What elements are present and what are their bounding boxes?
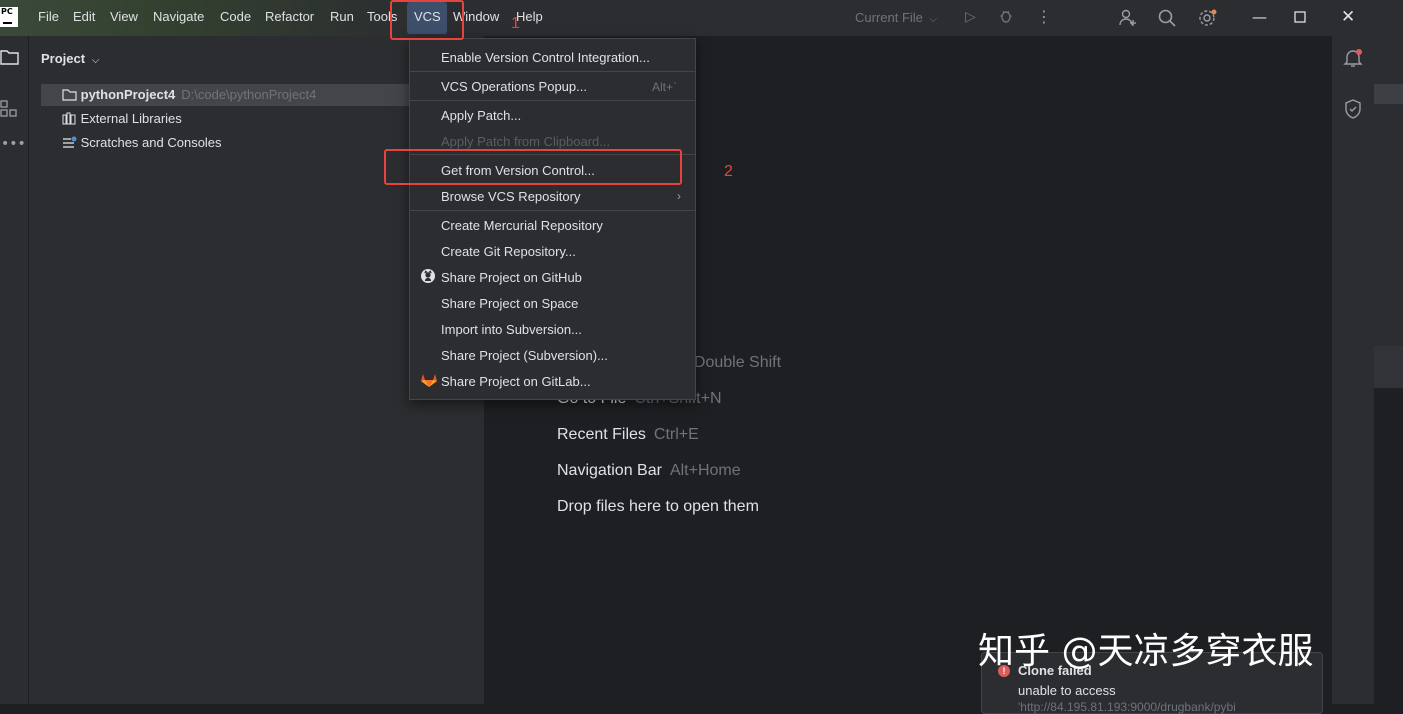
search-icon[interactable]: [1157, 8, 1177, 32]
notification-url: 'http://84.195.81.193:9000/drugbank/pybi: [1018, 700, 1236, 714]
annotation-step-1: 1: [511, 15, 520, 32]
editor-hint-drop-files: Drop files here to open them: [557, 498, 759, 516]
hint-label: Drop files here to open them: [557, 498, 759, 515]
left-tool-stripe: •••: [0, 36, 29, 704]
editor-hint-recent-files: Recent Files Ctrl+E: [557, 426, 699, 444]
tree-item-label: External Libraries: [80, 111, 182, 126]
submenu-arrow-icon: ›: [677, 189, 681, 203]
menu-view[interactable]: View: [110, 9, 138, 24]
more-actions-icon[interactable]: ⋮: [1036, 7, 1052, 26]
annotation-step-2: 2: [724, 163, 733, 180]
menu-item-share-github[interactable]: Share Project on GitHub: [441, 270, 582, 285]
chevron-down-icon: ⌵: [929, 14, 938, 25]
menu-item-browse-vcs-repository[interactable]: Browse VCS Repository: [441, 189, 580, 204]
menu-item-share-gitlab[interactable]: Share Project on GitLab...: [441, 374, 591, 389]
project-panel-title[interactable]: Project ⌵: [41, 51, 99, 66]
hint-shortcut: Double Shift: [693, 354, 782, 371]
settings-gear-icon[interactable]: [1197, 7, 1219, 33]
tree-item-scratches[interactable]: Scratches and Consoles: [62, 132, 222, 154]
annotation-box-get-from-vcs: [384, 149, 682, 185]
github-icon: [420, 268, 436, 287]
menu-navigate[interactable]: Navigate: [153, 9, 204, 24]
debug-icon[interactable]: [998, 8, 1014, 28]
folder-icon: [62, 89, 77, 101]
menu-file[interactable]: File: [38, 9, 59, 24]
menu-item-vcs-operations-popup[interactable]: VCS Operations Popup...: [441, 79, 587, 94]
more-tools-icon[interactable]: •••: [1, 136, 26, 152]
menu-item-share-space[interactable]: Share Project on Space: [441, 296, 578, 311]
menu-item-share-subversion[interactable]: Share Project (Subversion)...: [441, 348, 608, 363]
hint-label: Navigation Bar: [557, 462, 662, 479]
project-panel-title-label: Project: [41, 51, 86, 66]
tree-item-label: pythonProject4: [80, 87, 176, 102]
close-icon[interactable]: ✕: [1341, 7, 1355, 27]
zhihu-watermark: 知乎 @天凉多穿衣服: [978, 631, 1314, 672]
menu-item-enable-vcs-integration[interactable]: Enable Version Control Integration...: [441, 50, 650, 65]
menu-item-create-git-repo[interactable]: Create Git Repository...: [441, 244, 576, 259]
menu-run[interactable]: Run: [330, 9, 354, 24]
library-icon: [62, 112, 76, 125]
background-window-edge: [1374, 36, 1403, 704]
title-bar: PC File Edit View Navigate Code Refactor…: [0, 0, 1403, 36]
minimize-icon[interactable]: —: [1252, 8, 1267, 26]
right-tool-stripe: [1331, 36, 1374, 704]
chevron-down-icon: ⌵: [91, 55, 100, 66]
menu-refactor[interactable]: Refactor: [265, 9, 314, 24]
folder-icon[interactable]: [0, 48, 20, 70]
menu-item-shortcut: Alt+`: [651, 80, 677, 94]
add-user-icon[interactable]: [1118, 8, 1138, 32]
run-config-selector[interactable]: Current File ⌵: [855, 10, 937, 25]
annotation-box-vcs-menu: [390, 0, 464, 40]
hint-label: Recent Files: [557, 426, 646, 443]
tree-item-label: Scratches and Consoles: [80, 135, 222, 150]
gitlab-icon: [420, 372, 438, 391]
editor-hint-navigation-bar: Navigation Bar Alt+Home: [557, 462, 741, 480]
tree-item-external-libraries[interactable]: External Libraries: [62, 108, 182, 130]
pycharm-logo-icon: PC: [0, 7, 18, 27]
hint-shortcut: Alt+Home: [669, 462, 741, 479]
menu-separator: [410, 71, 695, 72]
tree-item-project-root[interactable]: pythonProject4 D:\code\pythonProject4: [62, 84, 316, 106]
structure-icon[interactable]: [0, 100, 18, 122]
menu-item-import-subversion[interactable]: Import into Subversion...: [441, 322, 582, 337]
tree-item-path: D:\code\pythonProject4: [181, 87, 317, 102]
menu-item-create-mercurial-repo[interactable]: Create Mercurial Repository: [441, 218, 603, 233]
scratches-icon: [63, 136, 77, 148]
menu-edit[interactable]: Edit: [73, 9, 95, 24]
notifications-bell-icon[interactable]: [1343, 48, 1363, 72]
run-config-label: Current File: [855, 10, 923, 25]
menu-separator: [410, 210, 695, 211]
menu-code[interactable]: Code: [220, 9, 251, 24]
hint-shortcut: Ctrl+E: [653, 426, 699, 443]
shield-icon[interactable]: [1343, 98, 1363, 124]
notification-message: unable to access: [1018, 683, 1116, 698]
menu-separator: [410, 100, 695, 101]
run-icon[interactable]: ▷: [965, 9, 976, 25]
menu-item-apply-patch[interactable]: Apply Patch...: [441, 108, 521, 123]
menu-help[interactable]: Help: [516, 9, 543, 24]
maximize-icon[interactable]: [1294, 9, 1306, 27]
menu-item-apply-patch-clipboard: Apply Patch from Clipboard...: [441, 134, 611, 149]
vcs-dropdown-menu: Enable Version Control Integration... VC…: [409, 38, 696, 400]
